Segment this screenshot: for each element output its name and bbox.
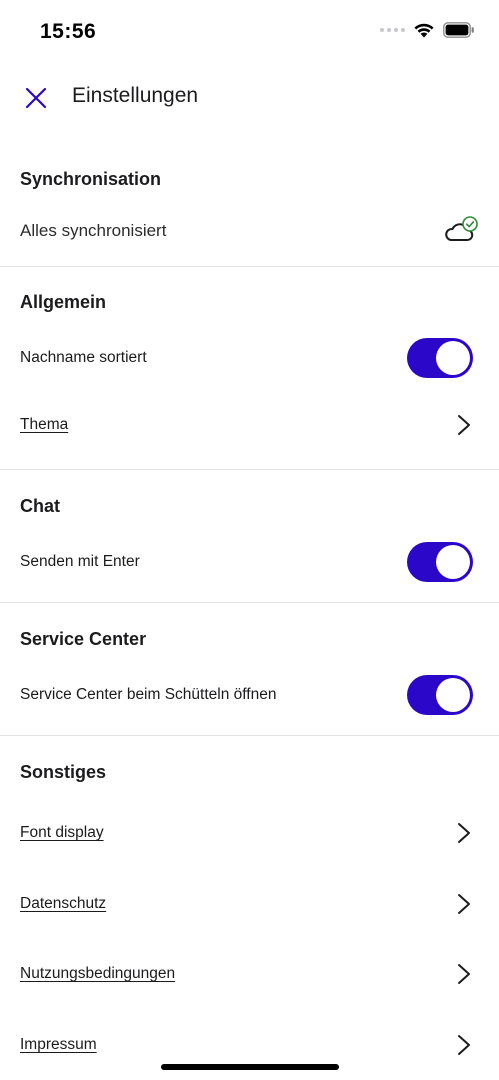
sync-status-text: Alles synchronisiert <box>20 221 167 240</box>
section-title-service-center: Service Center <box>20 629 147 649</box>
chevron-right-icon <box>458 1035 470 1055</box>
divider <box>0 602 499 603</box>
cellular-signal-icon <box>380 28 405 32</box>
divider <box>0 735 499 736</box>
chevron-right-icon <box>458 823 470 843</box>
sort-lastname-label: Nachname sortiert <box>20 349 147 366</box>
home-indicator[interactable] <box>161 1064 339 1070</box>
theme-row[interactable]: Thema <box>0 400 499 450</box>
section-title-general: Allgemein <box>20 292 107 312</box>
imprint-row[interactable]: Impressum <box>0 1020 499 1070</box>
send-enter-label: Senden mit Enter <box>20 553 140 570</box>
header: Einstellungen <box>0 70 499 124</box>
page-title: Einstellungen <box>72 84 199 107</box>
privacy-link[interactable]: Datenschutz <box>20 895 106 913</box>
terms-row[interactable]: Nutzungsbedingungen <box>0 949 499 999</box>
imprint-link[interactable]: Impressum <box>20 1036 97 1054</box>
font-display-row[interactable]: Font display <box>0 808 499 858</box>
section-title-chat: Chat <box>20 496 60 516</box>
shake-open-label: Service Center beim Schütteln öffnen <box>20 686 277 703</box>
close-button[interactable] <box>20 82 52 114</box>
font-display-link[interactable]: Font display <box>20 824 104 842</box>
section-title-misc: Sonstiges <box>20 762 107 782</box>
chevron-right-icon <box>458 894 470 914</box>
sort-lastname-toggle[interactable] <box>407 338 473 378</box>
settings-screen: 15:56 Einstellungen Synchronisation Alle… <box>0 0 499 1080</box>
chevron-right-icon <box>458 415 470 435</box>
theme-link[interactable]: Thema <box>20 416 68 434</box>
close-icon <box>25 87 47 109</box>
status-icons <box>380 22 475 38</box>
shake-open-toggle[interactable] <box>407 675 473 715</box>
status-time: 15:56 <box>40 20 97 43</box>
status-bar: 15:56 <box>0 0 499 62</box>
toggle-knob <box>436 545 470 579</box>
battery-icon <box>443 22 474 38</box>
divider <box>0 469 499 470</box>
send-enter-toggle[interactable] <box>407 542 473 582</box>
privacy-row[interactable]: Datenschutz <box>0 879 499 929</box>
terms-link[interactable]: Nutzungsbedingungen <box>20 965 175 983</box>
chevron-right-icon <box>458 964 470 984</box>
wifi-icon <box>414 23 434 38</box>
section-title-sync: Synchronisation <box>20 169 162 189</box>
cloud-check-icon <box>445 216 478 241</box>
toggle-knob <box>436 341 470 375</box>
divider <box>0 266 499 267</box>
toggle-knob <box>436 678 470 712</box>
